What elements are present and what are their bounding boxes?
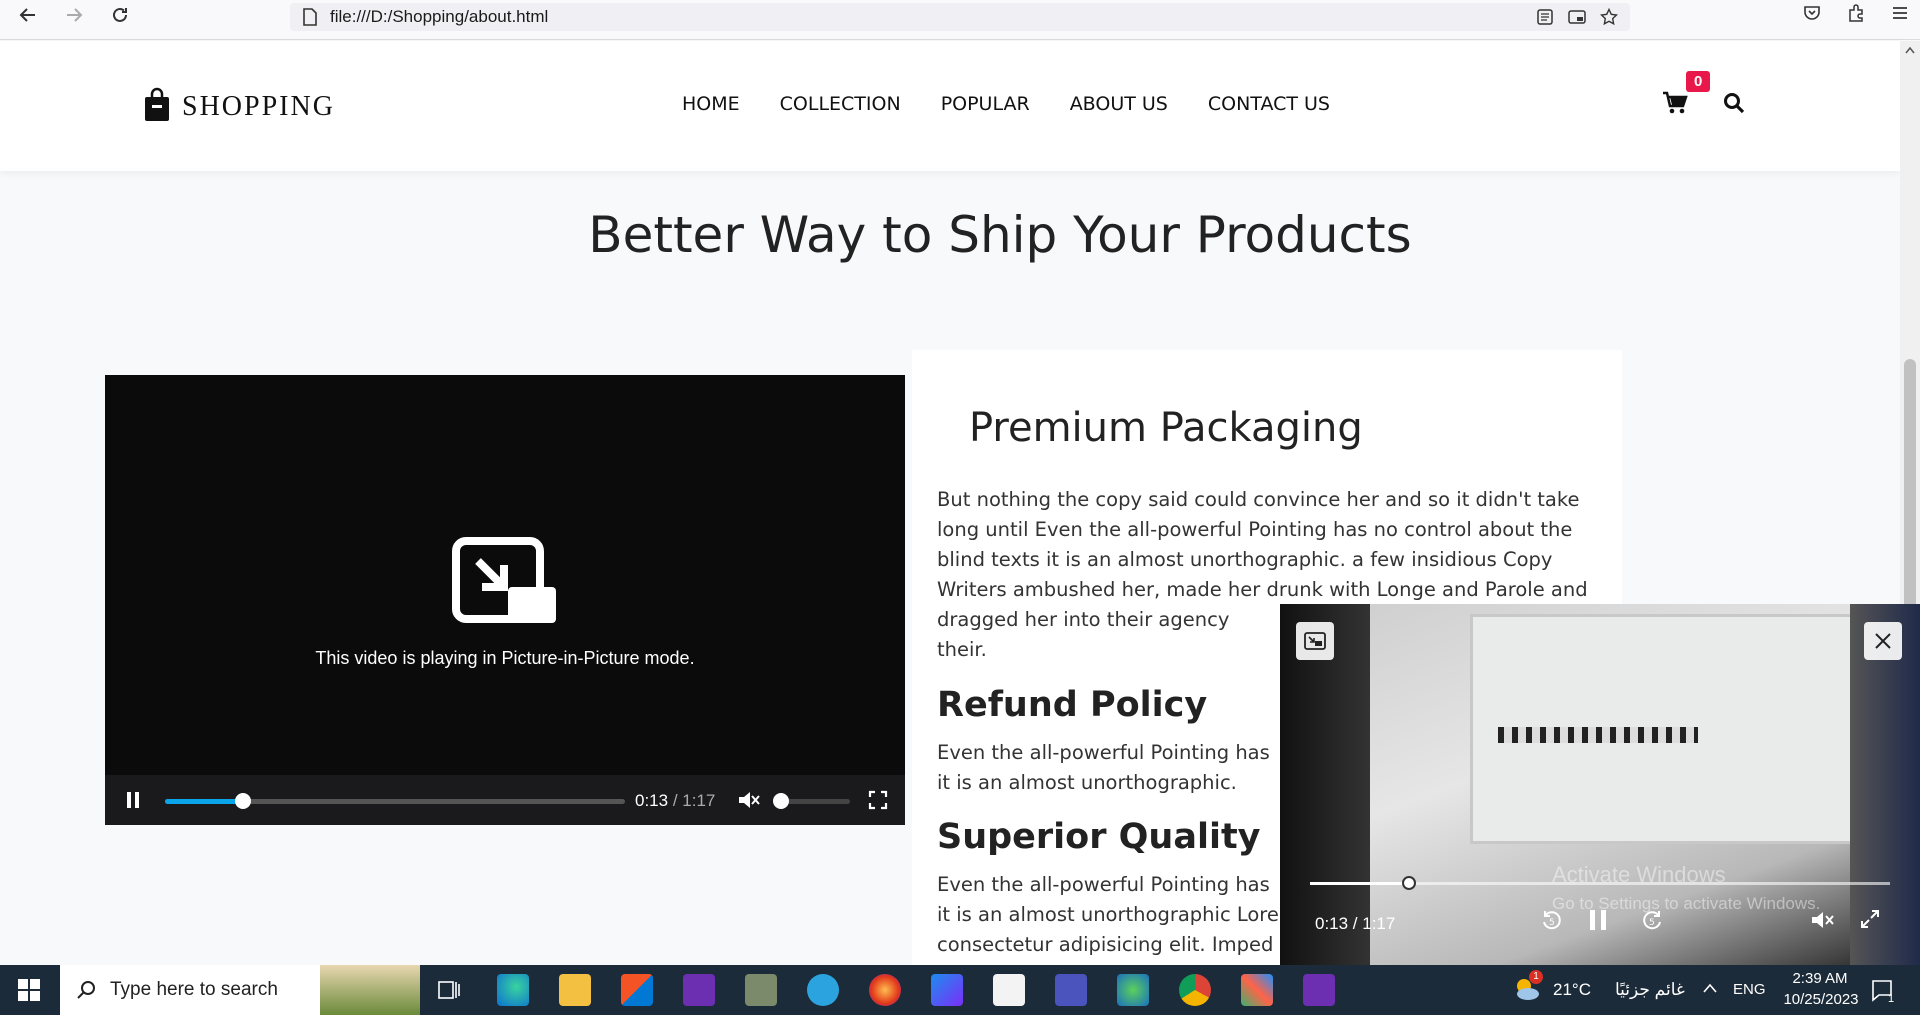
pause-icon[interactable]: [125, 791, 141, 814]
nav-contact-us[interactable]: CONTACT US: [1208, 93, 1330, 115]
clock-time[interactable]: 2:39 AM: [1785, 970, 1855, 987]
pip-progress-knob[interactable]: [1401, 876, 1416, 890]
site-header: SHOPPING HOME COLLECTION POPULAR ABOUT U…: [0, 41, 1900, 171]
media-player-icon[interactable]: [931, 974, 963, 1006]
quality-line-2: it is an almost unorthographic Lore: [937, 903, 1279, 926]
forward-5-icon[interactable]: 5: [1640, 908, 1664, 937]
url-text: file:///D:/Shopping/about.html: [330, 7, 549, 26]
reader-view-icon[interactable]: [1536, 8, 1554, 31]
weather-temp[interactable]: 21°C: [1553, 980, 1591, 1000]
cart-count-badge: 0: [1686, 71, 1711, 92]
pip-progress-fill: [1310, 882, 1409, 885]
microsoft-store-icon[interactable]: [621, 974, 653, 1006]
reload-icon[interactable]: [108, 3, 132, 27]
file-explorer-icon[interactable]: [559, 974, 591, 1006]
premium-packaging-heading: Premium Packaging: [969, 405, 1363, 451]
refund-line-1: Even the all-powerful Pointing has: [937, 741, 1270, 764]
video-controls: 0:13 / 1:17: [105, 775, 905, 825]
clock-date[interactable]: 10/25/2023: [1771, 991, 1871, 1008]
colorful-app-icon[interactable]: [1241, 974, 1273, 1006]
telegram-icon[interactable]: [807, 974, 839, 1006]
duration: 1:17: [682, 791, 716, 810]
video-time: 0:13 / 1:17: [635, 791, 715, 811]
globe-app-icon[interactable]: [1117, 974, 1149, 1006]
nav-about-us[interactable]: ABOUT US: [1070, 93, 1168, 115]
nav-home[interactable]: HOME: [682, 93, 740, 115]
input-language[interactable]: ENG: [1733, 981, 1766, 998]
svg-text:5: 5: [1649, 918, 1655, 928]
page-icon: [302, 8, 318, 31]
notepad-icon[interactable]: [993, 974, 1025, 1006]
hidden-icons-chevron-icon[interactable]: [1702, 981, 1718, 999]
weather-description[interactable]: غائم جزئيًا: [1615, 980, 1685, 1000]
weather-alert-badge: 1: [1529, 970, 1543, 984]
main-nav: HOME COLLECTION POPULAR ABOUT US CONTACT…: [682, 93, 1330, 115]
pip-pause-icon[interactable]: [1588, 908, 1608, 937]
app-tool-icon[interactable]: [745, 974, 777, 1006]
pip-mode-icon: [452, 537, 556, 623]
pip-progress-bar[interactable]: [1310, 876, 1890, 890]
forward-icon[interactable]: [62, 3, 86, 27]
pip-video-screen: [1470, 614, 1900, 844]
visual-studio-2-icon[interactable]: [1303, 974, 1335, 1006]
teams-icon[interactable]: [1055, 974, 1087, 1006]
volume-slider[interactable]: [780, 799, 850, 804]
visual-studio-icon[interactable]: [683, 974, 715, 1006]
pip-fullscreen-icon[interactable]: [1860, 909, 1880, 934]
svg-text:5: 5: [1549, 918, 1555, 928]
firefox-icon[interactable]: [869, 974, 901, 1006]
search-highlight-image: [320, 965, 420, 1015]
nav-collection[interactable]: COLLECTION: [780, 93, 901, 115]
refund-line-2: it is an almost unorthographic.: [937, 771, 1237, 794]
site-logo[interactable]: SHOPPING: [144, 87, 335, 126]
pip-window[interactable]: Activate Windows Go to Settings to activ…: [1280, 604, 1920, 966]
superior-quality-heading: Superior Quality: [937, 817, 1261, 857]
chrome-icon[interactable]: [1179, 974, 1211, 1006]
video-progress-fill: [165, 799, 244, 804]
nav-popular[interactable]: POPULAR: [941, 93, 1030, 115]
page-title: Better Way to Ship Your Products: [588, 206, 1412, 264]
edge-app-icon[interactable]: [497, 974, 529, 1006]
pip-mute-icon[interactable]: [1810, 908, 1836, 937]
video-player[interactable]: This video is playing in Picture-in-Pict…: [105, 375, 905, 825]
cart-icon[interactable]: [1662, 91, 1688, 120]
time-separator: /: [672, 791, 678, 810]
pocket-icon[interactable]: [1802, 3, 1822, 28]
fullscreen-icon[interactable]: [868, 790, 888, 815]
scroll-up-icon[interactable]: [1905, 46, 1915, 54]
pip-toggle-icon[interactable]: [1568, 8, 1586, 31]
video-progress-bar[interactable]: [165, 793, 625, 809]
windows-taskbar: Type here to search 1 21°C غائم جزئيًا E…: [0, 965, 1920, 1015]
taskbar-search-placeholder: Type here to search: [110, 979, 278, 1000]
menu-icon[interactable]: [1890, 3, 1910, 28]
quality-line-1: Even the all-powerful Pointing has: [937, 873, 1270, 896]
pip-message: This video is playing in Picture-in-Pict…: [315, 648, 695, 668]
taskbar-search-box[interactable]: Type here to search: [60, 965, 420, 1015]
extensions-icon[interactable]: [1846, 3, 1866, 28]
browser-toolbar: file:///D:/Shopping/about.html: [0, 0, 1920, 40]
pip-time: 0:13 / 1:17: [1315, 914, 1396, 933]
volume-knob[interactable]: [773, 793, 789, 809]
url-bar[interactable]: file:///D:/Shopping/about.html: [290, 3, 1630, 31]
shopping-bag-icon: [144, 87, 170, 126]
muted-speaker-icon[interactable]: [737, 789, 761, 816]
current-time: 0:13: [635, 791, 669, 810]
pip-placeholder: This video is playing in Picture-in-Pict…: [105, 535, 905, 669]
piano-keys-image: [1498, 727, 1698, 743]
rewind-5-icon[interactable]: 5: [1540, 908, 1564, 937]
logo-text: SHOPPING: [182, 90, 335, 122]
quality-line-3: consectetur adipisicing elit. Imped: [937, 933, 1274, 956]
search-icon[interactable]: [1723, 92, 1745, 119]
task-view-icon[interactable]: [437, 979, 461, 1006]
notification-count: 1: [1888, 993, 1895, 1005]
refund-policy-heading: Refund Policy: [937, 685, 1208, 725]
bookmark-star-icon[interactable]: [1599, 7, 1619, 31]
video-progress-knob[interactable]: [235, 793, 252, 809]
pip-return-icon[interactable]: [1296, 622, 1334, 660]
back-icon[interactable]: [16, 3, 40, 27]
pip-close-icon[interactable]: [1864, 622, 1902, 660]
windows-start-icon[interactable]: [18, 979, 40, 1006]
premium-packaging-tail: their.: [937, 638, 987, 661]
taskbar-search-icon: [76, 979, 98, 1007]
